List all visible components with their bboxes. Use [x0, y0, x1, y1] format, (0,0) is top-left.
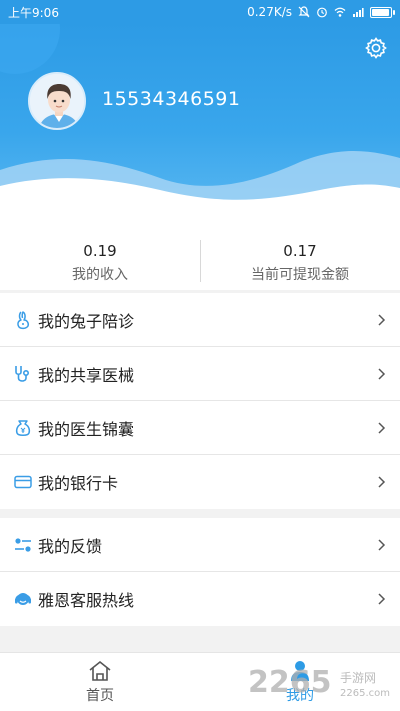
alarm-icon: [317, 7, 327, 18]
menu-item-service-hotline[interactable]: 雅恩客服热线: [0, 572, 400, 626]
menu-item-bank-card[interactable]: 我的银行卡: [0, 455, 400, 509]
tab-home[interactable]: 首页: [0, 653, 200, 711]
feedback-icon: [12, 534, 34, 556]
chevron-right-icon: [378, 593, 386, 605]
income-value: 0.19: [83, 242, 117, 260]
tab-mine[interactable]: 我的: [200, 653, 400, 711]
income-stat[interactable]: 0.19 我的收入: [0, 220, 200, 290]
home-icon: [89, 660, 111, 681]
decorative-blob: [0, 24, 60, 74]
tab-label: 首页: [86, 688, 114, 704]
withdrawable-stat[interactable]: 0.17 当前可提现金额: [200, 220, 400, 290]
withdrawable-label: 当前可提现金额: [251, 267, 349, 283]
avatar[interactable]: [28, 72, 86, 130]
doctor-avatar-icon: [30, 74, 84, 128]
stethoscope-icon: [12, 363, 34, 385]
rabbit-icon: [12, 309, 34, 331]
battery-icon: [370, 6, 395, 18]
chevron-right-icon: [378, 421, 386, 434]
earnings-summary: 0.19 我的收入 0.17 当前可提现金额: [0, 220, 400, 290]
chevron-right-icon: [378, 367, 386, 380]
menu-item-doctor-tips[interactable]: 我的医生锦囊: [0, 401, 400, 455]
mute-icon: [298, 6, 310, 18]
wifi-icon: [334, 7, 346, 17]
chevron-right-icon: [378, 313, 386, 326]
network-speed: 0.27K/s: [247, 5, 292, 19]
menu-item-shared-equipment[interactable]: 我的共享医械: [0, 347, 400, 401]
menu-item-label: 我的共享医械: [38, 365, 135, 385]
pouch-icon: [12, 417, 34, 439]
settings-gear-icon[interactable]: [364, 36, 388, 60]
menu-item-label: 我的反馈: [38, 536, 103, 556]
user-phone-number: 15534346591: [102, 88, 241, 110]
menu-item-label: 我的银行卡: [38, 474, 119, 493]
income-label: 我的收入: [72, 267, 128, 283]
headset-icon: [12, 588, 34, 610]
signal-icon: [353, 8, 364, 17]
tab-label: 我的: [286, 688, 314, 704]
menu-item-label: 雅恩客服热线: [38, 591, 135, 610]
menu-item-feedback[interactable]: 我的反馈: [0, 518, 400, 572]
person-icon: [291, 661, 309, 681]
bank-card-icon: [12, 471, 34, 493]
bottom-tab-bar: 首页 我的: [0, 652, 400, 711]
stats-divider: [200, 240, 201, 282]
status-bar: 上午9:06 0.27K/s: [0, 0, 400, 24]
menu-group-secondary: 我的反馈 雅恩客服热线: [0, 518, 400, 626]
profile-header: 15534346591: [0, 24, 400, 220]
menu-item-label: 我的兔子陪诊: [38, 311, 135, 331]
menu-item-label: 我的医生锦囊: [38, 419, 135, 439]
chevron-right-icon: [378, 538, 386, 551]
menu-item-rabbit-escort[interactable]: 我的兔子陪诊: [0, 293, 400, 347]
menu-group-primary: 我的兔子陪诊 我的共享医械 我的医生锦囊 我的银行卡: [0, 293, 400, 509]
chevron-right-icon: [378, 476, 386, 488]
header-wave: [0, 151, 400, 220]
withdrawable-value: 0.17: [283, 242, 317, 260]
status-time: 上午9:06: [8, 5, 59, 20]
